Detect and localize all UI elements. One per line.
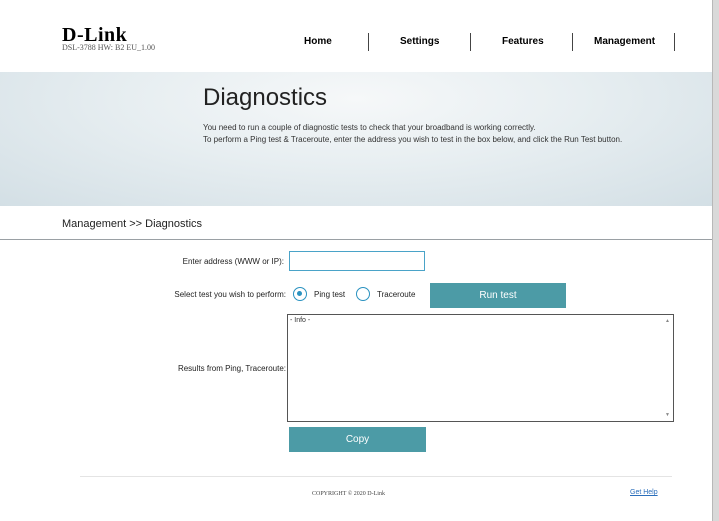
nav-separator (674, 33, 675, 51)
footer-divider (80, 476, 672, 477)
run-test-button[interactable]: Run test (430, 283, 566, 308)
nav-home[interactable]: Home (304, 36, 332, 47)
test-select-label: Select test you wish to perform: (174, 290, 286, 299)
copy-button[interactable]: Copy (289, 427, 426, 452)
description-line-1: You need to run a couple of diagnostic t… (203, 123, 536, 132)
address-label: Enter address (WWW or IP): (182, 257, 284, 266)
scroll-down-icon[interactable]: ▼ (665, 412, 670, 418)
traceroute-radio[interactable] (356, 287, 370, 301)
nav-management[interactable]: Management (594, 36, 655, 47)
nav-separator (470, 33, 471, 51)
nav-separator (572, 33, 573, 51)
get-help-link[interactable]: Get Help (630, 489, 658, 496)
page-title: Diagnostics (203, 84, 328, 111)
header: D-Link DSL-3788 HW: B2 EU_1.00 Home Sett… (0, 0, 712, 72)
ping-radio[interactable] (293, 287, 307, 301)
model-info: DSL-3788 HW: B2 EU_1.00 (62, 43, 156, 52)
nav-separator (368, 33, 369, 51)
results-text: - Info - (290, 317, 311, 324)
breadcrumb: Management >> Diagnostics (62, 218, 203, 230)
address-input[interactable] (289, 251, 425, 271)
ping-radio-label: Ping test (314, 290, 346, 299)
results-label: Results from Ping, Traceroute: (177, 364, 286, 373)
scroll-up-icon[interactable]: ▲ (665, 318, 670, 324)
page-description: You need to run a couple of diagnostic t… (203, 122, 673, 146)
divider (0, 239, 712, 240)
nav-features[interactable]: Features (502, 36, 544, 47)
results-textarea[interactable]: - Info - ▲ ▼ (287, 314, 674, 422)
traceroute-radio-label: Traceroute (377, 290, 416, 299)
description-line-2: To perform a Ping test & Traceroute, ent… (203, 135, 623, 144)
nav-settings[interactable]: Settings (400, 36, 439, 47)
page: D-Link DSL-3788 HW: B2 EU_1.00 Home Sett… (0, 0, 713, 521)
copyright: COPYRIGHT © 2020 D-Link (312, 491, 385, 497)
